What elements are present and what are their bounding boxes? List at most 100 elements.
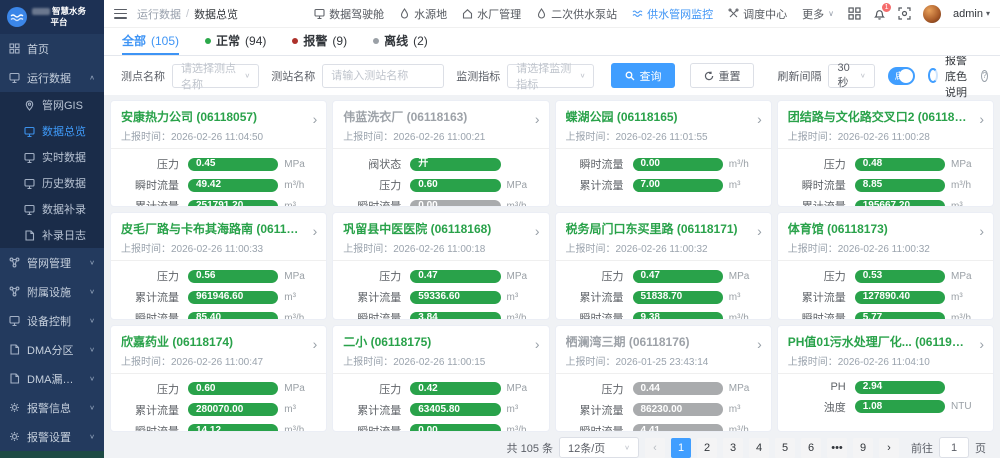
- next-page-button[interactable]: ›: [879, 437, 899, 458]
- breadcrumb-section[interactable]: 运行数据: [137, 6, 181, 22]
- report-time: 上报时间：2026-02-26 11:00:28: [787, 132, 930, 143]
- card-detail-arrow-icon[interactable]: ›: [979, 337, 984, 351]
- history-data-icon: [24, 178, 35, 189]
- card-detail-arrow-icon[interactable]: ›: [313, 337, 318, 351]
- top-header: 运行数据 / 数据总览 数据驾驶舱 水源地 水厂管理 二次供水泵站 供水管网监控 调度中心…: [104, 0, 1000, 28]
- card-detail-arrow-icon[interactable]: ›: [757, 112, 762, 126]
- notification-badge: 1: [881, 2, 893, 13]
- page-button-3[interactable]: 3: [723, 437, 743, 458]
- metric-unit: m³/h: [506, 200, 527, 208]
- dma-leak-icon: [10, 373, 20, 384]
- user-avatar[interactable]: [923, 4, 942, 23]
- top-nav-item-6[interactable]: 调度中心: [728, 6, 787, 22]
- search-button[interactable]: 查询: [611, 63, 676, 88]
- station-name-input[interactable]: [322, 63, 445, 88]
- card-detail-arrow-icon[interactable]: ›: [757, 224, 762, 238]
- sidebar-item-报警设置[interactable]: 报警设置 ∨: [0, 422, 104, 451]
- tab-全部[interactable]: 全部 (105): [122, 28, 180, 55]
- card-detail-arrow-icon[interactable]: ›: [535, 224, 540, 238]
- goto-page-input[interactable]: [939, 437, 969, 458]
- sidebar-item-附属设施[interactable]: 附属设施 ∨: [0, 277, 104, 306]
- user-menu[interactable]: admin ▾: [953, 8, 990, 20]
- metric-unit: m³/h: [284, 425, 305, 432]
- metric-label: 累计流量: [579, 180, 624, 192]
- metric-value-bar: 251791.20: [188, 199, 279, 207]
- page-button-1[interactable]: 1: [671, 437, 691, 458]
- sidebar-item-报警信息[interactable]: 报警信息 ∨: [0, 393, 104, 422]
- auto-refresh-toggle[interactable]: 启动: [887, 66, 916, 85]
- metric-label: 监测指标: [456, 70, 501, 83]
- page-button-6[interactable]: 6: [801, 437, 821, 458]
- sidebar-item-运行数据[interactable]: 运行数据 ∧: [0, 63, 104, 92]
- page-button-9[interactable]: 9: [853, 437, 873, 458]
- tab-报警[interactable]: 报警 (9): [292, 28, 347, 55]
- collapse-menu-icon[interactable]: [114, 8, 127, 19]
- metric-row: 瞬时流量 5.77 m³/h: [788, 310, 983, 319]
- metric-row: 压力 0.60 MPa: [343, 177, 538, 193]
- station-card: 安康热力公司 (06118057) 上报时间：2026-02-26 11:04:5…: [110, 100, 328, 208]
- sidebar-item-历史数据[interactable]: 历史数据: [0, 170, 104, 196]
- top-nav-item-1[interactable]: 数据驾驶舱: [314, 6, 384, 22]
- metric-label: 压力: [601, 383, 624, 396]
- report-time: 上报时间：2026-02-26 11:00:21: [343, 132, 486, 143]
- user-caret-icon: ▾: [985, 9, 990, 18]
- station-name-label: 测站名称: [271, 70, 316, 83]
- top-nav-item-3[interactable]: 水厂管理: [462, 6, 521, 22]
- refresh-interval-select[interactable]: 30秒 ∨: [828, 62, 875, 89]
- fullscreen-scan-icon[interactable]: [898, 7, 911, 20]
- metric-label: 累计流量: [135, 404, 179, 417]
- sidebar-item-首页[interactable]: 首页: [0, 34, 104, 63]
- sidebar-item-DMA漏损分析[interactable]: DMA漏损分析∨: [0, 364, 104, 393]
- page-button-4[interactable]: 4: [749, 437, 769, 458]
- card-detail-arrow-icon[interactable]: ›: [313, 112, 318, 126]
- more-pages-button[interactable]: •••: [827, 437, 847, 458]
- prev-page-button[interactable]: ‹: [645, 437, 665, 458]
- sidebar-item-实时数据[interactable]: 实时数据: [0, 144, 104, 170]
- report-time: 上报时间：2026-02-26 11:00:33: [121, 244, 264, 256]
- sidebar-item-补录日志[interactable]: 补录日志: [0, 222, 104, 248]
- brand-redacted: [32, 8, 50, 16]
- page-button-5[interactable]: 5: [775, 437, 795, 458]
- metric-select[interactable]: 请选择监测指标 ∨: [507, 63, 595, 91]
- card-metrics: 压力 0.53 MPa 累计流量 127890.40 m³ 瞬时流量 5.77 m³/h: [778, 261, 993, 319]
- sidebar-item-管网GIS[interactable]: 管网GIS: [0, 92, 104, 118]
- metric-label: 瞬时流量: [357, 313, 402, 320]
- logo-area: 智慧水务 平台: [0, 0, 104, 34]
- sidebar-item-数据总览[interactable]: 数据总览: [0, 118, 104, 144]
- metric-label: 累计流量: [357, 404, 402, 417]
- top-nav-item-4[interactable]: 二次供水泵站: [536, 6, 617, 22]
- reset-button[interactable]: 重置: [690, 63, 755, 88]
- sidebar-item-设备控制[interactable]: 设备控制 ∨: [0, 306, 104, 335]
- point-name-select[interactable]: 请选择测点名称 ∨: [172, 63, 260, 91]
- card-detail-arrow-icon[interactable]: ›: [535, 337, 540, 351]
- tab-离线[interactable]: 离线 (2): [373, 28, 428, 55]
- metric-value-bar: 3.84: [410, 311, 501, 319]
- notification-bell-icon[interactable]: 1: [873, 2, 893, 20]
- card-detail-arrow-icon[interactable]: ›: [979, 112, 984, 126]
- metric-unit: MPa: [951, 158, 972, 170]
- sidebar-item-数据补录[interactable]: 数据补录: [0, 196, 104, 222]
- alarm-legend-link[interactable]: 报警底色说明 ?: [945, 52, 988, 100]
- card-detail-arrow-icon[interactable]: ›: [757, 337, 762, 351]
- card-detail-arrow-icon[interactable]: ›: [313, 224, 318, 238]
- page-size-select[interactable]: 12条/页 ∨: [559, 437, 639, 458]
- top-nav-item-7[interactable]: 更多 ∨: [802, 6, 834, 22]
- sidebar-item-管网管理[interactable]: 管网管理 ∨: [0, 248, 104, 277]
- page-button-2[interactable]: 2: [697, 437, 717, 458]
- station-title: 安康热力公司 (06118057): [121, 110, 258, 124]
- metric-row: 累计流量 63405.80 m³: [343, 402, 538, 418]
- brand-text: 智慧水务 平台: [32, 6, 86, 28]
- metric-row: 瞬时流量 0.00 m³/h: [343, 198, 538, 207]
- top-nav-item-2[interactable]: 水源地: [399, 6, 447, 22]
- top-nav-item-5[interactable]: 供水管网监控: [632, 6, 713, 22]
- metric-row: 累计流量 51838.70 m³: [566, 289, 761, 305]
- metric-value-bar: 0.60: [188, 382, 279, 396]
- app-grid-icon[interactable]: [848, 7, 861, 20]
- sidebar-item-DMA分区[interactable]: DMA分区 ∨: [0, 335, 104, 364]
- facility-icon: [9, 286, 20, 297]
- card-detail-arrow-icon[interactable]: ›: [535, 112, 540, 126]
- card-detail-arrow-icon[interactable]: ›: [979, 224, 984, 238]
- tab-正常[interactable]: 正常 (94): [205, 28, 266, 55]
- sidebar-item-报警报表[interactable]: 报警报表∨: [0, 451, 104, 458]
- sidebar-submenu: 管网GIS 数据总览 实时数据 历史数据 数据补录 补录日志: [0, 92, 104, 248]
